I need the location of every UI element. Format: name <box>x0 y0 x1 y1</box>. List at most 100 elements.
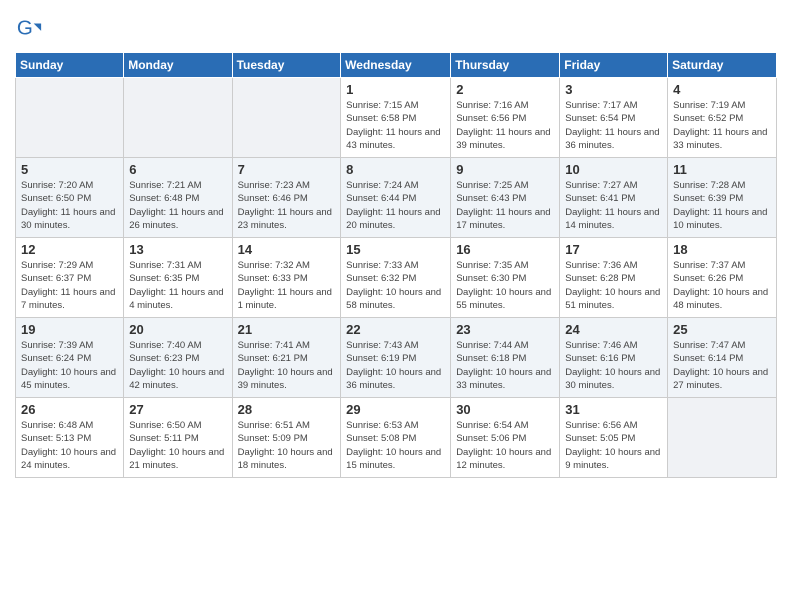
day-number: 15 <box>346 242 445 257</box>
day-info: Sunrise: 7:15 AM Sunset: 6:58 PM Dayligh… <box>346 99 445 152</box>
calendar-cell: 19 Sunrise: 7:39 AM Sunset: 6:24 PM Dayli… <box>16 318 124 398</box>
day-info: Sunrise: 7:24 AM Sunset: 6:44 PM Dayligh… <box>346 179 445 232</box>
calendar-cell: 15 Sunrise: 7:33 AM Sunset: 6:32 PM Dayli… <box>341 238 451 318</box>
calendar-cell: 26 Sunrise: 6:48 AM Sunset: 5:13 PM Dayli… <box>16 398 124 478</box>
calendar-cell: 25 Sunrise: 7:47 AM Sunset: 6:14 PM Dayli… <box>668 318 777 398</box>
calendar-cell: 28 Sunrise: 6:51 AM Sunset: 5:09 PM Dayli… <box>232 398 341 478</box>
day-number: 28 <box>238 402 336 417</box>
calendar-col-header: Tuesday <box>232 53 341 78</box>
calendar-cell: 5 Sunrise: 7:20 AM Sunset: 6:50 PM Daylig… <box>16 158 124 238</box>
day-info: Sunrise: 6:53 AM Sunset: 5:08 PM Dayligh… <box>346 419 445 472</box>
day-info: Sunrise: 7:31 AM Sunset: 6:35 PM Dayligh… <box>129 259 226 312</box>
calendar-cell: 1Sunrise: 7:15 AM Sunset: 6:58 PM Daylig… <box>341 78 451 158</box>
day-number: 18 <box>673 242 771 257</box>
day-number: 14 <box>238 242 336 257</box>
calendar-cell: 4 Sunrise: 7:19 AM Sunset: 6:52 PM Daylig… <box>668 78 777 158</box>
calendar-cell: 12Sunrise: 7:29 AM Sunset: 6:37 PM Dayli… <box>16 238 124 318</box>
day-info: Sunrise: 6:50 AM Sunset: 5:11 PM Dayligh… <box>129 419 226 472</box>
day-number: 25 <box>673 322 771 337</box>
day-number: 6 <box>129 162 226 177</box>
calendar-cell: 18 Sunrise: 7:37 AM Sunset: 6:26 PM Dayli… <box>668 238 777 318</box>
calendar-cell <box>124 78 232 158</box>
calendar-week-row: 26 Sunrise: 6:48 AM Sunset: 5:13 PM Dayli… <box>16 398 777 478</box>
calendar-cell <box>668 398 777 478</box>
day-info: Sunrise: 7:43 AM Sunset: 6:19 PM Dayligh… <box>346 339 445 392</box>
calendar-col-header: Friday <box>560 53 668 78</box>
calendar-cell: 10 Sunrise: 7:27 AM Sunset: 6:41 PM Dayli… <box>560 158 668 238</box>
day-number: 4 <box>673 82 771 97</box>
day-number: 23 <box>456 322 554 337</box>
calendar-cell: 21 Sunrise: 7:41 AM Sunset: 6:21 PM Dayli… <box>232 318 341 398</box>
calendar-cell <box>232 78 341 158</box>
day-number: 20 <box>129 322 226 337</box>
calendar-cell: 27Sunrise: 6:50 AM Sunset: 5:11 PM Dayli… <box>124 398 232 478</box>
day-info: Sunrise: 6:51 AM Sunset: 5:09 PM Dayligh… <box>238 419 336 472</box>
day-number: 29 <box>346 402 445 417</box>
calendar-week-row: 19 Sunrise: 7:39 AM Sunset: 6:24 PM Dayli… <box>16 318 777 398</box>
day-info: Sunrise: 7:46 AM Sunset: 6:16 PM Dayligh… <box>565 339 662 392</box>
day-number: 16 <box>456 242 554 257</box>
day-info: Sunrise: 7:19 AM Sunset: 6:52 PM Dayligh… <box>673 99 771 152</box>
calendar-week-row: 12Sunrise: 7:29 AM Sunset: 6:37 PM Dayli… <box>16 238 777 318</box>
day-number: 21 <box>238 322 336 337</box>
day-info: Sunrise: 7:44 AM Sunset: 6:18 PM Dayligh… <box>456 339 554 392</box>
day-number: 10 <box>565 162 662 177</box>
calendar-col-header: Wednesday <box>341 53 451 78</box>
day-number: 11 <box>673 162 771 177</box>
calendar-cell: 22Sunrise: 7:43 AM Sunset: 6:19 PM Dayli… <box>341 318 451 398</box>
calendar-col-header: Sunday <box>16 53 124 78</box>
calendar-cell: 6 Sunrise: 7:21 AM Sunset: 6:48 PM Daylig… <box>124 158 232 238</box>
day-number: 9 <box>456 162 554 177</box>
day-info: Sunrise: 7:25 AM Sunset: 6:43 PM Dayligh… <box>456 179 554 232</box>
day-info: Sunrise: 7:33 AM Sunset: 6:32 PM Dayligh… <box>346 259 445 312</box>
calendar-week-row: 5 Sunrise: 7:20 AM Sunset: 6:50 PM Daylig… <box>16 158 777 238</box>
day-info: Sunrise: 7:47 AM Sunset: 6:14 PM Dayligh… <box>673 339 771 392</box>
calendar-cell: 17 Sunrise: 7:36 AM Sunset: 6:28 PM Dayli… <box>560 238 668 318</box>
calendar-cell: 13Sunrise: 7:31 AM Sunset: 6:35 PM Dayli… <box>124 238 232 318</box>
day-info: Sunrise: 6:48 AM Sunset: 5:13 PM Dayligh… <box>21 419 118 472</box>
logo: G <box>15 16 46 44</box>
calendar-cell: 29 Sunrise: 6:53 AM Sunset: 5:08 PM Dayli… <box>341 398 451 478</box>
day-info: Sunrise: 7:36 AM Sunset: 6:28 PM Dayligh… <box>565 259 662 312</box>
day-info: Sunrise: 7:40 AM Sunset: 6:23 PM Dayligh… <box>129 339 226 392</box>
day-info: Sunrise: 7:39 AM Sunset: 6:24 PM Dayligh… <box>21 339 118 392</box>
calendar-cell: 24 Sunrise: 7:46 AM Sunset: 6:16 PM Dayli… <box>560 318 668 398</box>
calendar-cell: 3 Sunrise: 7:17 AM Sunset: 6:54 PM Daylig… <box>560 78 668 158</box>
calendar-cell: 9 Sunrise: 7:25 AM Sunset: 6:43 PM Daylig… <box>451 158 560 238</box>
day-number: 3 <box>565 82 662 97</box>
day-info: Sunrise: 6:54 AM Sunset: 5:06 PM Dayligh… <box>456 419 554 472</box>
calendar-cell: 7Sunrise: 7:23 AM Sunset: 6:46 PM Daylig… <box>232 158 341 238</box>
calendar-col-header: Thursday <box>451 53 560 78</box>
calendar-header-row: SundayMondayTuesdayWednesdayThursdayFrid… <box>16 53 777 78</box>
day-number: 24 <box>565 322 662 337</box>
day-number: 26 <box>21 402 118 417</box>
page-header: G <box>15 10 777 44</box>
logo-icon: G <box>15 16 43 44</box>
day-info: Sunrise: 7:16 AM Sunset: 6:56 PM Dayligh… <box>456 99 554 152</box>
day-number: 8 <box>346 162 445 177</box>
day-number: 17 <box>565 242 662 257</box>
day-number: 19 <box>21 322 118 337</box>
day-number: 5 <box>21 162 118 177</box>
calendar-cell <box>16 78 124 158</box>
day-info: Sunrise: 7:37 AM Sunset: 6:26 PM Dayligh… <box>673 259 771 312</box>
calendar-cell: 23 Sunrise: 7:44 AM Sunset: 6:18 PM Dayli… <box>451 318 560 398</box>
day-info: Sunrise: 7:41 AM Sunset: 6:21 PM Dayligh… <box>238 339 336 392</box>
day-info: Sunrise: 7:23 AM Sunset: 6:46 PM Dayligh… <box>238 179 336 232</box>
day-info: Sunrise: 7:35 AM Sunset: 6:30 PM Dayligh… <box>456 259 554 312</box>
day-info: Sunrise: 7:27 AM Sunset: 6:41 PM Dayligh… <box>565 179 662 232</box>
day-info: Sunrise: 7:17 AM Sunset: 6:54 PM Dayligh… <box>565 99 662 152</box>
calendar-cell: 30Sunrise: 6:54 AM Sunset: 5:06 PM Dayli… <box>451 398 560 478</box>
svg-text:G: G <box>17 17 33 40</box>
calendar-table: SundayMondayTuesdayWednesdayThursdayFrid… <box>15 52 777 478</box>
calendar-col-header: Monday <box>124 53 232 78</box>
day-info: Sunrise: 7:29 AM Sunset: 6:37 PM Dayligh… <box>21 259 118 312</box>
day-info: Sunrise: 7:21 AM Sunset: 6:48 PM Dayligh… <box>129 179 226 232</box>
calendar-week-row: 1Sunrise: 7:15 AM Sunset: 6:58 PM Daylig… <box>16 78 777 158</box>
calendar-cell: 14Sunrise: 7:32 AM Sunset: 6:33 PM Dayli… <box>232 238 341 318</box>
day-info: Sunrise: 7:28 AM Sunset: 6:39 PM Dayligh… <box>673 179 771 232</box>
calendar-col-header: Saturday <box>668 53 777 78</box>
day-info: Sunrise: 6:56 AM Sunset: 5:05 PM Dayligh… <box>565 419 662 472</box>
day-info: Sunrise: 7:20 AM Sunset: 6:50 PM Dayligh… <box>21 179 118 232</box>
calendar-cell: 31Sunrise: 6:56 AM Sunset: 5:05 PM Dayli… <box>560 398 668 478</box>
